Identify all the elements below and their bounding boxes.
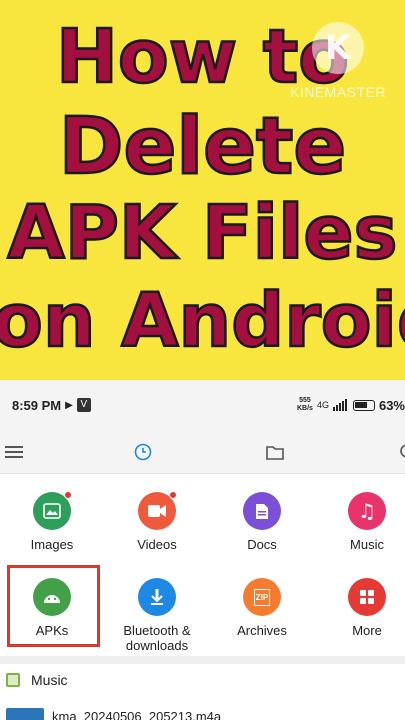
category-label: Bluetooth & downloads [123,623,191,653]
search-icon[interactable] [391,438,405,466]
battery-percent: 63% [378,397,405,413]
banner-line-3: APK Files [6,190,399,276]
title-banner: How to Delete APK Files on Android K KIN… [0,0,405,380]
category-bluetooth-downloads[interactable]: Bluetooth & downloads [107,578,207,653]
app-notification-icon: V [76,398,91,412]
category-label: Videos [137,537,177,552]
signal-icon [332,399,347,411]
grid-icon [348,578,386,616]
video-icon [138,491,177,530]
banner-line-4: on Android [0,278,405,364]
file-name: kma_20240506_205213.m4a [52,709,222,720]
category-label: Docs [247,537,277,552]
music-folder-icon [6,673,20,687]
status-time: 8:59 PM [12,397,62,413]
apks-highlight-box [7,565,100,647]
battery-icon [352,399,375,411]
section-label: Music [31,672,68,688]
kinemaster-logo-icon: K [312,22,364,74]
category-music[interactable]: ♫ Music [317,492,405,552]
doc-icon [243,492,281,530]
category-label: More [352,623,382,638]
category-archives[interactable]: ZIP Archives [212,578,312,638]
music-note-icon: ♫ [348,492,386,530]
category-label: Images [30,537,74,552]
image-icon [33,491,72,530]
folder-icon[interactable] [261,438,289,466]
section-header-music[interactable]: Music [0,664,405,696]
recent-clock-icon[interactable] [129,438,157,466]
network-speed: 555 KB/s [297,397,313,412]
category-videos[interactable]: Videos [107,491,207,552]
top-app-bar [0,430,405,474]
play-icon: ▶ [65,399,73,411]
download-icon [138,578,176,616]
list-item[interactable]: kma_20240506_205213.m4a [0,700,405,720]
kinemaster-watermark: KINEMASTER [290,84,387,100]
category-docs[interactable]: Docs [212,492,312,552]
status-bar: 8:59 PM ▶ V 555 KB/s 4G 63% [0,380,405,430]
zip-icon: ZIP [243,578,281,616]
audio-file-icon [6,708,44,720]
category-images[interactable]: Images [2,491,102,552]
category-more[interactable]: More [317,578,405,638]
section-divider [0,656,405,664]
banner-line-2: Delete [58,102,348,192]
category-label: Archives [237,623,287,638]
network-type: 4G [316,400,329,410]
menu-icon[interactable] [0,438,28,466]
category-label: Music [350,537,384,552]
